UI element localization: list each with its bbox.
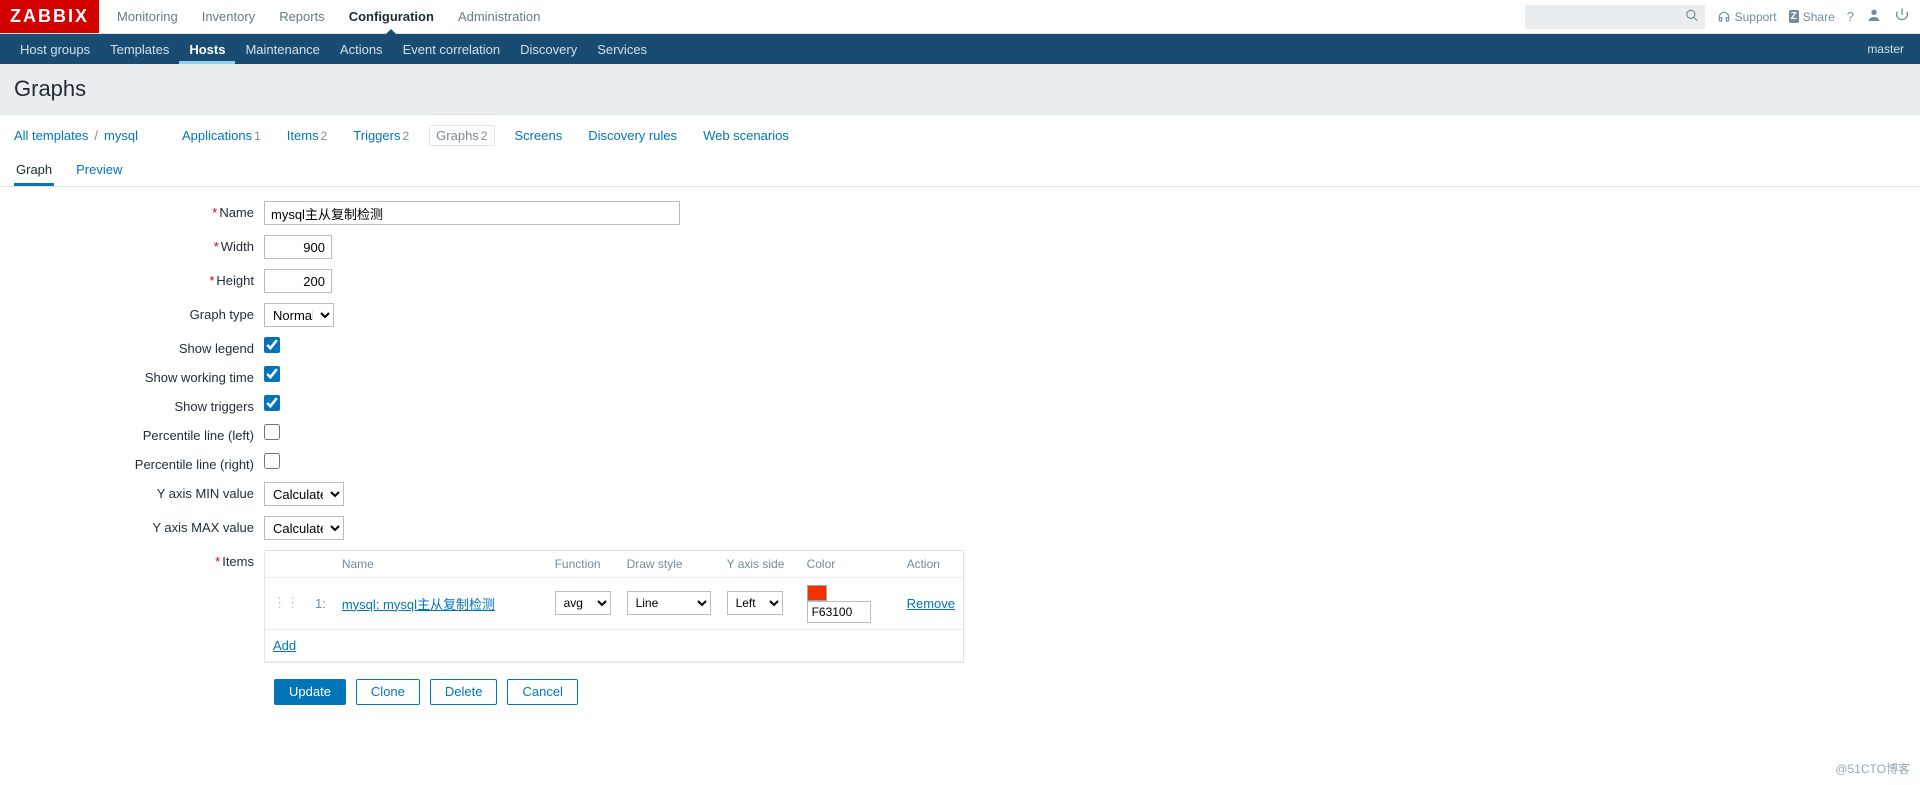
templatenav-discovery-rules[interactable]: Discovery rules bbox=[582, 126, 683, 145]
topnav-right: Support Z Share ? bbox=[1525, 5, 1910, 29]
subnav-services[interactable]: Services bbox=[587, 34, 657, 64]
percentile-left-label: Percentile line (left) bbox=[143, 428, 254, 443]
show-triggers-checkbox[interactable] bbox=[264, 395, 280, 411]
name-input[interactable] bbox=[264, 201, 680, 225]
z-icon: Z bbox=[1789, 10, 1799, 23]
item-name-link[interactable]: mysql: mysql主从复制检测 bbox=[342, 597, 495, 612]
show-working-time-label: Show working time bbox=[145, 370, 254, 385]
topnav-menu: Monitoring Inventory Reports Configurati… bbox=[105, 0, 552, 34]
headset-icon bbox=[1717, 10, 1731, 24]
yaxis-side-select[interactable]: Left bbox=[727, 591, 783, 615]
support-link[interactable]: Support bbox=[1717, 10, 1777, 24]
height-label: Height bbox=[216, 273, 254, 288]
templatenav-web-scenarios[interactable]: Web scenarios bbox=[697, 126, 795, 145]
col-draw-style: Draw style bbox=[619, 551, 719, 578]
ymin-label: Y axis MIN value bbox=[157, 486, 254, 501]
percentile-right-checkbox[interactable] bbox=[264, 453, 280, 469]
subnav-host-indicator: master bbox=[1867, 42, 1910, 56]
function-select[interactable]: avg bbox=[555, 591, 611, 615]
graph-form: *Name *Width *Height Graph type Normal S… bbox=[0, 187, 1920, 731]
items-label: Items bbox=[222, 554, 254, 569]
add-item-link[interactable]: Add bbox=[273, 638, 296, 653]
show-working-time-checkbox[interactable] bbox=[264, 366, 280, 382]
breadcrumb-separator: / bbox=[94, 128, 98, 143]
width-label: Width bbox=[221, 239, 254, 254]
breadcrumb-template-name[interactable]: mysql bbox=[104, 128, 138, 143]
templatenav-graphs[interactable]: Graphs2 bbox=[429, 125, 494, 146]
drag-handle-icon[interactable]: ⋮⋮ bbox=[265, 578, 307, 630]
page-header: Graphs bbox=[0, 64, 1920, 115]
table-row: ⋮⋮ 1: mysql: mysql主从复制检测 avg Line Left R… bbox=[265, 578, 963, 630]
subnav-host-groups[interactable]: Host groups bbox=[10, 34, 100, 64]
graph-type-select[interactable]: Normal bbox=[264, 303, 334, 327]
cancel-button[interactable]: Cancel bbox=[507, 679, 577, 705]
col-yaxis-side: Y axis side bbox=[719, 551, 799, 578]
ymax-select[interactable]: Calculated bbox=[264, 516, 344, 540]
share-link[interactable]: Z Share bbox=[1789, 10, 1835, 24]
remove-link[interactable]: Remove bbox=[907, 596, 955, 611]
percentile-right-label: Percentile line (right) bbox=[135, 457, 254, 472]
subnav-discovery[interactable]: Discovery bbox=[510, 34, 587, 64]
width-input[interactable] bbox=[264, 235, 332, 259]
subnav-hosts[interactable]: Hosts bbox=[179, 34, 235, 64]
delete-button[interactable]: Delete bbox=[430, 679, 498, 705]
col-name: Name bbox=[334, 551, 547, 578]
topnav-monitoring[interactable]: Monitoring bbox=[105, 0, 190, 34]
topnav-reports[interactable]: Reports bbox=[267, 0, 337, 34]
ymax-label: Y axis MAX value bbox=[152, 520, 254, 535]
clone-button[interactable]: Clone bbox=[356, 679, 420, 705]
templatenav-screens[interactable]: Screens bbox=[509, 126, 569, 145]
global-search-input[interactable] bbox=[1525, 5, 1705, 29]
tab-preview[interactable]: Preview bbox=[74, 156, 124, 186]
percentile-left-checkbox[interactable] bbox=[264, 424, 280, 440]
page-title: Graphs bbox=[14, 76, 1906, 102]
col-action: Action bbox=[899, 551, 963, 578]
row-index: 1: bbox=[307, 578, 334, 630]
col-function: Function bbox=[547, 551, 619, 578]
graph-type-label: Graph type bbox=[190, 307, 254, 322]
show-legend-label: Show legend bbox=[179, 341, 254, 356]
show-legend-checkbox[interactable] bbox=[264, 337, 280, 353]
breadcrumb-all-templates[interactable]: All templates bbox=[14, 128, 88, 143]
topnav-configuration[interactable]: Configuration bbox=[337, 0, 446, 34]
tab-graph[interactable]: Graph bbox=[14, 156, 54, 186]
subnav-templates[interactable]: Templates bbox=[100, 34, 179, 64]
items-table: Name Function Draw style Y axis side Col… bbox=[264, 550, 964, 663]
subnav-actions[interactable]: Actions bbox=[330, 34, 393, 64]
watermark: @51CTO博客 bbox=[1835, 760, 1910, 777]
draw-style-select[interactable]: Line bbox=[627, 591, 711, 615]
color-swatch[interactable] bbox=[807, 585, 827, 601]
support-label: Support bbox=[1735, 10, 1777, 24]
zabbix-logo[interactable]: ZABBIX bbox=[0, 0, 99, 33]
color-input[interactable] bbox=[807, 601, 871, 623]
templatenav-triggers[interactable]: Triggers2 bbox=[347, 126, 415, 145]
template-nav: All templates / mysql Applications1 Item… bbox=[0, 115, 1920, 146]
search-icon[interactable] bbox=[1685, 8, 1699, 25]
show-triggers-label: Show triggers bbox=[175, 399, 254, 414]
help-icon[interactable]: ? bbox=[1847, 9, 1854, 24]
sub-navigation: Host groups Templates Hosts Maintenance … bbox=[0, 34, 1920, 64]
power-icon[interactable] bbox=[1894, 7, 1910, 26]
share-label: Share bbox=[1803, 10, 1835, 24]
update-button[interactable]: Update bbox=[274, 679, 346, 705]
top-navigation: ZABBIX Monitoring Inventory Reports Conf… bbox=[0, 0, 1920, 34]
col-color: Color bbox=[799, 551, 899, 578]
graph-tabs: Graph Preview bbox=[0, 146, 1920, 187]
name-label: Name bbox=[219, 205, 254, 220]
topnav-administration[interactable]: Administration bbox=[446, 0, 552, 34]
ymin-select[interactable]: Calculated bbox=[264, 482, 344, 506]
templatenav-applications[interactable]: Applications1 bbox=[176, 126, 267, 145]
subnav-maintenance[interactable]: Maintenance bbox=[235, 34, 329, 64]
templatenav-items[interactable]: Items2 bbox=[281, 126, 333, 145]
form-buttons: Update Clone Delete Cancel bbox=[264, 673, 1906, 711]
height-input[interactable] bbox=[264, 269, 332, 293]
user-icon[interactable] bbox=[1866, 7, 1882, 26]
topnav-inventory[interactable]: Inventory bbox=[190, 0, 267, 34]
subnav-event-correlation[interactable]: Event correlation bbox=[393, 34, 511, 64]
